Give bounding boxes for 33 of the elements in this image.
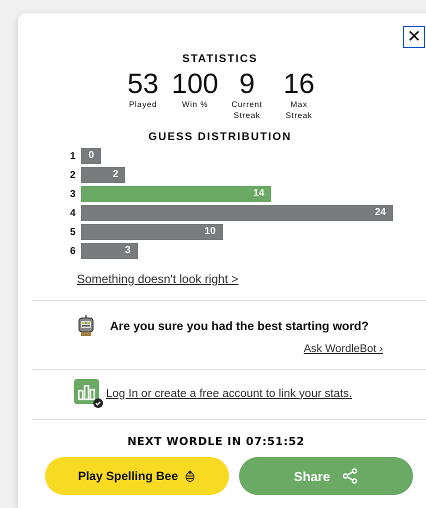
distribution-bar: 3 bbox=[81, 243, 138, 259]
distribution-bar: 10 bbox=[81, 224, 223, 240]
stat-value: 16 bbox=[283, 69, 315, 99]
feedback-link[interactable]: Something doesn't look right > bbox=[77, 272, 238, 286]
ask-wordlebot-link[interactable]: Ask WordleBot › bbox=[304, 343, 383, 355]
login-link[interactable]: Log In or create a free account to link your stats. bbox=[106, 388, 352, 400]
stat-value: 9 bbox=[239, 69, 255, 99]
guess-number: 1 bbox=[70, 150, 77, 162]
stat-value: 53 bbox=[127, 69, 159, 99]
stat-label: Current Streak bbox=[230, 99, 264, 121]
share-icon bbox=[342, 468, 358, 484]
stat-label: Played bbox=[128, 99, 158, 110]
distribution-bar: 24 bbox=[81, 205, 393, 221]
robot-icon bbox=[78, 315, 94, 337]
section-title: STATISTICS bbox=[182, 53, 258, 65]
guess-number: 5 bbox=[70, 226, 77, 238]
stat-value: 100 bbox=[172, 69, 218, 99]
wordlebot-prompt: Are you sure you had the best starting word? bbox=[110, 319, 369, 333]
spelling-bee-button[interactable]: Play Spelling Bee bbox=[45, 457, 229, 495]
section-title: GUESS DISTRIBUTION bbox=[148, 131, 292, 143]
stats-chart-icon bbox=[74, 379, 103, 408]
guess-number: 2 bbox=[70, 170, 77, 180]
distribution-bar: 0 bbox=[81, 148, 101, 164]
guess-number: 4 bbox=[70, 208, 77, 218]
guess-number: 3 bbox=[70, 188, 77, 200]
close-button[interactable]: ✕ bbox=[403, 26, 425, 48]
stat-label: Max Streak bbox=[284, 99, 314, 121]
distribution-bar: 14 bbox=[81, 186, 272, 202]
countdown-text: NEXT WORDLE IN 07:51:52 bbox=[127, 435, 305, 448]
bee-icon bbox=[184, 470, 196, 482]
guess-number: 6 bbox=[70, 246, 77, 256]
stat-label: Win % bbox=[180, 99, 210, 110]
distribution-bar: 2 bbox=[81, 167, 126, 183]
